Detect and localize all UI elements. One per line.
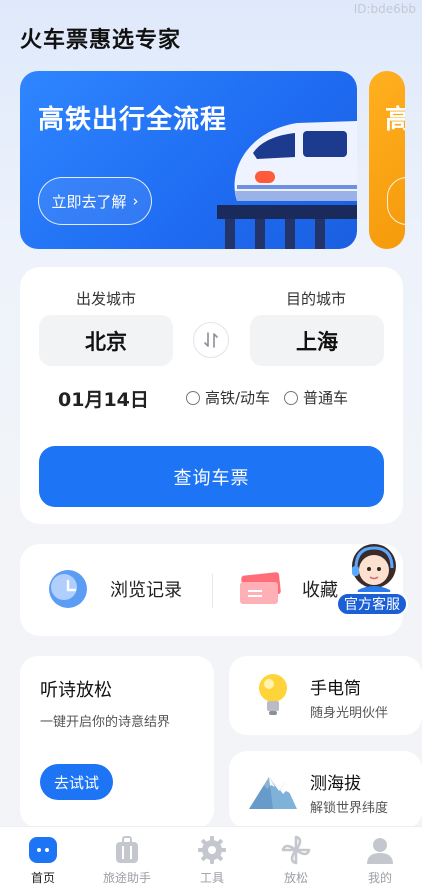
- radio-high-speed-label: 高铁/动车: [205, 389, 271, 407]
- history-shortcut[interactable]: 浏览记录: [44, 568, 182, 610]
- swap-icon: [204, 332, 218, 348]
- poem-subtitle: 一键开启你的诗意结界: [40, 715, 171, 730]
- banner-next[interactable]: 高: [369, 71, 405, 249]
- tab-travel-assistant[interactable]: 旅途助手: [92, 833, 162, 886]
- tab-relax-label: 放松: [283, 871, 308, 885]
- to-city-field[interactable]: 上海: [250, 315, 384, 366]
- altitude-title: 测海拔: [310, 774, 361, 794]
- tab-relax[interactable]: 放松: [261, 833, 331, 886]
- lightbulb-icon: [259, 674, 287, 715]
- flashlight-card[interactable]: 手电筒 随身光明伙伴: [229, 656, 422, 735]
- poem-relax-card[interactable]: 听诗放松 一键开启你的诗意结界 去试试: [20, 656, 214, 828]
- radio-high-speed[interactable]: 高铁/动车: [186, 387, 270, 408]
- history-label: 浏览记录: [110, 580, 182, 601]
- pinwheel-icon: [281, 835, 311, 865]
- radio-regular-label: 普通车: [303, 389, 349, 407]
- mountain-icon: [249, 777, 297, 809]
- favorites-label: 收藏: [302, 580, 338, 601]
- ticket-icon: [240, 572, 281, 604]
- radio-circle-icon: [284, 390, 298, 405]
- to-city-label: 目的城市: [286, 290, 347, 308]
- bottom-tab-bar: 首页 旅途助手 工具 放松 我的: [0, 826, 422, 888]
- chevron-right-icon: ›: [132, 192, 139, 210]
- banner-next-title: 高: [385, 105, 405, 135]
- tab-tools[interactable]: 工具: [177, 833, 247, 886]
- altitude-card[interactable]: 测海拔 解锁世界纬度: [229, 751, 422, 829]
- radio-regular[interactable]: 普通车: [284, 387, 348, 408]
- swap-cities-button[interactable]: [193, 322, 229, 358]
- clock-icon: [49, 570, 87, 608]
- radio-circle-icon: [186, 390, 200, 405]
- from-city-label: 出发城市: [76, 290, 137, 308]
- luggage-icon: [116, 836, 138, 863]
- train-illustration: [217, 121, 357, 249]
- tab-profile-label: 我的: [367, 871, 392, 885]
- tab-profile[interactable]: 我的: [345, 833, 415, 886]
- gear-icon: [198, 836, 226, 864]
- from-city-field[interactable]: 北京: [39, 315, 173, 366]
- query-tickets-button[interactable]: 查询车票: [39, 446, 384, 507]
- app-title: 火车票惠选专家: [20, 28, 182, 53]
- profile-icon: [367, 838, 393, 864]
- departure-date[interactable]: 01月14日: [58, 385, 149, 412]
- banner-high-speed-rail[interactable]: 高铁出行全流程 立即去了解 ›: [20, 71, 357, 249]
- learn-more-label: 立即去了解: [51, 192, 127, 211]
- watermark: ID:bde6bb: [353, 2, 416, 16]
- flashlight-subtitle: 随身光明伙伴: [310, 706, 389, 721]
- banner-next-button[interactable]: [387, 177, 405, 225]
- tab-home-label: 首页: [30, 871, 55, 885]
- tab-tools-label: 工具: [199, 871, 224, 885]
- divider: [212, 574, 213, 608]
- try-button[interactable]: 去试试: [40, 764, 113, 800]
- flashlight-title: 手电筒: [310, 679, 361, 699]
- customer-service-label: 官方客服: [336, 592, 408, 616]
- learn-more-button[interactable]: 立即去了解 ›: [38, 177, 152, 225]
- poem-title: 听诗放松: [40, 680, 112, 701]
- tab-travel-assistant-label: 旅途助手: [102, 871, 151, 885]
- home-icon: [29, 837, 57, 863]
- favorites-shortcut[interactable]: 收藏: [236, 568, 338, 610]
- altitude-subtitle: 解锁世界纬度: [310, 801, 389, 816]
- ticket-search-card: 出发城市 目的城市 北京 上海 01月14日 高铁/动车 普通车 查询车票: [20, 267, 403, 524]
- customer-service-button[interactable]: 官方客服: [336, 540, 408, 616]
- tab-home[interactable]: 首页: [8, 833, 78, 886]
